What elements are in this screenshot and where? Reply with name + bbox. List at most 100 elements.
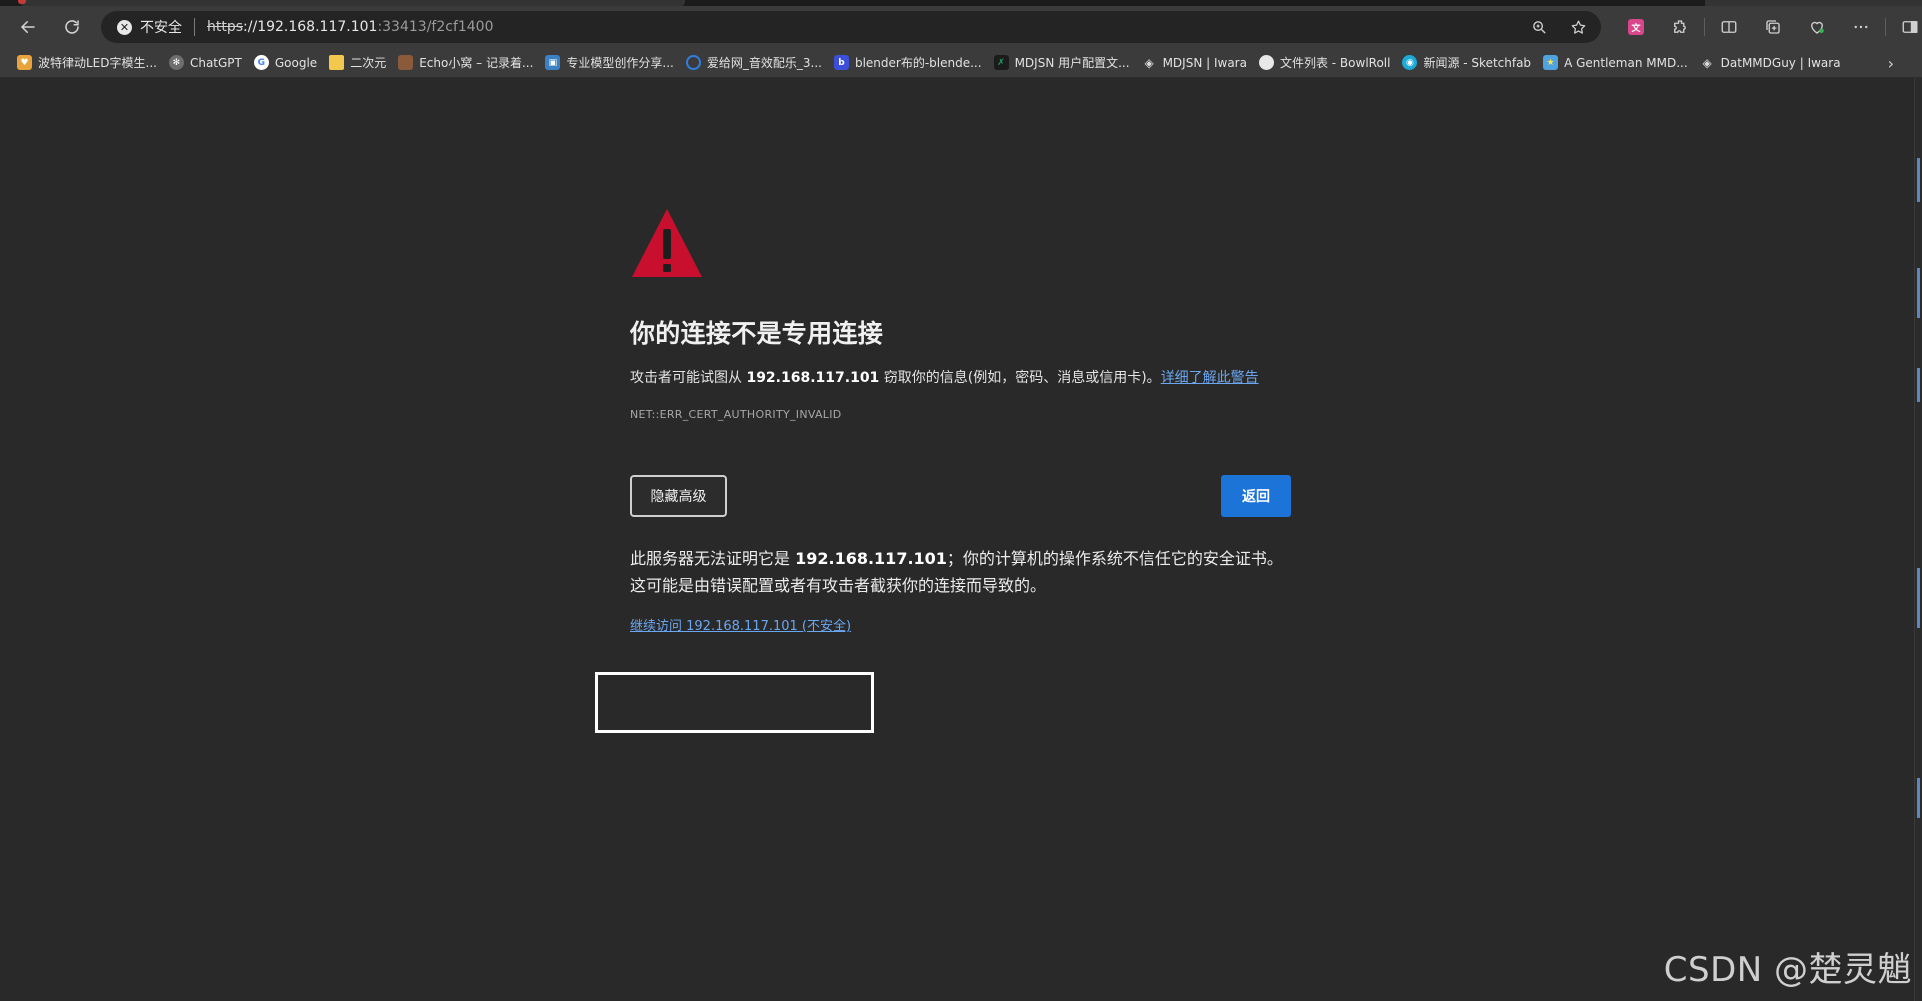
scroll-marker (1917, 568, 1920, 628)
url-text[interactable]: https://192.168.117.101:33413/f2cf1400 (207, 19, 494, 35)
action-buttons: 隐藏高级 返回 (630, 475, 1291, 517)
bookmark-label: ChatGPT (189, 55, 242, 70)
bookmark-item[interactable]: 文件列表 - BowlRoll (1254, 50, 1398, 76)
refresh-button[interactable] (56, 12, 88, 42)
bookmark-label: 二次元 (350, 56, 387, 70)
favorite-star-icon[interactable] (1570, 19, 1587, 36)
bookmark-label: 文件列表 - BowlRoll (1279, 56, 1391, 70)
intro-text: 窃取你的信息(例如，密码、消息或信用卡)。 (879, 370, 1161, 386)
back-to-safety-button[interactable]: 返回 (1221, 475, 1291, 517)
bookmark-item[interactable]: b blender布的-blende... (829, 50, 989, 76)
toolbar-divider (1704, 18, 1705, 36)
address-divider (194, 18, 195, 36)
advanced-details: 此服务器无法证明它是 192.168.117.101；你的计算机的操作系统不信任… (630, 545, 1291, 599)
ssl-warning-page: 你的连接不是专用连接 攻击者可能试图从 192.168.117.101 窃取你的… (630, 205, 1291, 634)
bookmark-label: Echo小窝 – 记录着... (419, 56, 534, 70)
scroll-marker (1917, 778, 1920, 818)
bookmark-label: MDJSN 用户配置文... (1014, 56, 1130, 70)
folder-icon (329, 55, 345, 70)
error-code: NET::ERR_CERT_AUTHORITY_INVALID (630, 408, 842, 421)
sidebar-toggle-button[interactable] (1888, 12, 1922, 42)
warning-description: 攻击者可能试图从 192.168.117.101 窃取你的信息(例如，密码、消息… (630, 365, 1291, 391)
bookmark-item[interactable]: Echo小窝 – 记录着... (393, 50, 540, 76)
google-icon: G (253, 55, 269, 70)
security-label: 不安全 (140, 20, 182, 36)
bookmark-label: 爱给网_音效配乐_3... (706, 56, 822, 70)
bookmark-label: 专业模型创作分享... (566, 56, 674, 70)
warning-triangle-icon (632, 209, 702, 277)
toolbar-divider (1885, 18, 1886, 36)
scroll-marker (1917, 268, 1920, 318)
bookmarks-bar: ♥ 波特律动LED字模生... ✻ ChatGPT G Google 二次元 Echo… (0, 48, 1922, 78)
more-menu-button[interactable] (1839, 12, 1883, 42)
url-path: :33413/f2cf1400 (377, 19, 494, 35)
aigei-icon (685, 55, 701, 70)
zoom-icon[interactable] (1531, 19, 1548, 36)
bookmark-label: 波特律动LED字模生... (38, 56, 157, 70)
tab-favicon-fragment (18, 0, 26, 4)
bookmark-item[interactable]: ▣ 专业模型创作分享... (540, 50, 680, 76)
extensions-button[interactable] (1658, 12, 1702, 42)
split-screen-icon (1721, 21, 1737, 33)
address-bar[interactable]: ✕ 不安全 https://192.168.117.101:33413/f2cf… (101, 11, 1601, 43)
page-title: 你的连接不是专用连接 (630, 319, 884, 348)
iwara-icon: ◈ (1144, 55, 1154, 70)
highlight-annotation-box (595, 672, 874, 733)
security-indicator[interactable]: ✕ 不安全 (101, 11, 194, 43)
proceed-unsafe-link[interactable]: 继续访问 192.168.117.101 (不安全) (630, 615, 851, 634)
bookmark-label: blender布的-blende... (854, 56, 982, 70)
host-name: 192.168.117.101 (746, 370, 880, 386)
toolbar-actions: 文 (1614, 12, 1922, 42)
bookmark-label: A Gentleman MMD... (1564, 55, 1688, 70)
bookmark-item[interactable]: ◈ DatMMDGuy | Iwara (1695, 50, 1848, 76)
detail-text: 此服务器无法证明它是 (630, 549, 796, 568)
bookmark-item[interactable]: 二次元 (324, 50, 393, 76)
host-name: 192.168.117.101 (795, 549, 947, 568)
watermark: CSDN @楚灵魈 (1663, 950, 1912, 990)
learn-more-link[interactable]: 详细了解此警告 (1161, 370, 1259, 386)
back-nav-button[interactable] (12, 12, 44, 42)
iwara-icon: ◈ (1702, 55, 1712, 70)
refresh-icon (65, 20, 79, 34)
bookmark-item[interactable]: ✻ ChatGPT (164, 50, 249, 76)
scroll-marker (1917, 368, 1920, 402)
scroll-marker (1917, 158, 1920, 202)
blender-b-icon: b (833, 55, 849, 70)
heart-icon: ♥ (17, 55, 32, 70)
split-screen-button[interactable] (1707, 12, 1751, 42)
bookmark-item[interactable]: ★ A Gentleman MMD... (1538, 50, 1695, 76)
mdjsn-icon: ✗ (993, 55, 1009, 70)
bookmark-item[interactable]: ◈ MDJSN | Iwara (1137, 50, 1254, 76)
bookmark-label: DatMMDGuy | Iwara (1720, 55, 1841, 70)
collections-icon (1766, 20, 1780, 34)
arrow-left-icon (20, 21, 35, 33)
translate-extension-button[interactable]: 文 (1614, 12, 1658, 42)
not-secure-icon: ✕ (117, 19, 132, 35)
url-host: ://192.168.117.101 (243, 19, 378, 35)
bookmark-label: 新闻源 - Sketchfab (1423, 56, 1532, 70)
bookmark-item[interactable]: G Google (249, 50, 324, 76)
puzzle-icon (1674, 20, 1686, 33)
intro-text: 攻击者可能试图从 (630, 370, 747, 386)
chatgpt-icon: ✻ (168, 55, 184, 70)
collections-button[interactable] (1751, 12, 1795, 42)
page-scrollbar[interactable] (1914, 78, 1922, 1001)
url-scheme: https (207, 19, 244, 35)
sidebar-icon (1902, 21, 1918, 33)
bookmarks-overflow-button[interactable]: › (1888, 48, 1894, 78)
bookmark-item[interactable]: ♥ 波特律动LED字模生... (12, 50, 164, 76)
bookmark-item[interactable]: ◉ 新闻源 - Sketchfab (1397, 50, 1538, 76)
bowlroll-icon (1258, 55, 1274, 70)
hide-advanced-button[interactable]: 隐藏高级 (630, 475, 727, 517)
sketchfab-icon: ◉ (1402, 55, 1418, 70)
browser-toolbar: ✕ 不安全 https://192.168.117.101:33413/f2cf… (0, 6, 1922, 48)
avatar-icon (398, 55, 414, 70)
bookmark-item[interactable]: ✗ MDJSN 用户配置文... (989, 50, 1137, 76)
bookmark-item[interactable]: 爱给网_音效配乐_3... (681, 50, 829, 76)
bookmark-label: Google (274, 55, 318, 70)
heart-pulse-icon (1811, 21, 1824, 34)
browser-essentials-button[interactable] (1795, 12, 1839, 42)
address-bar-actions (1531, 11, 1587, 43)
star-icon: ★ (1543, 55, 1559, 70)
translate-icon: 文 (1628, 19, 1644, 35)
